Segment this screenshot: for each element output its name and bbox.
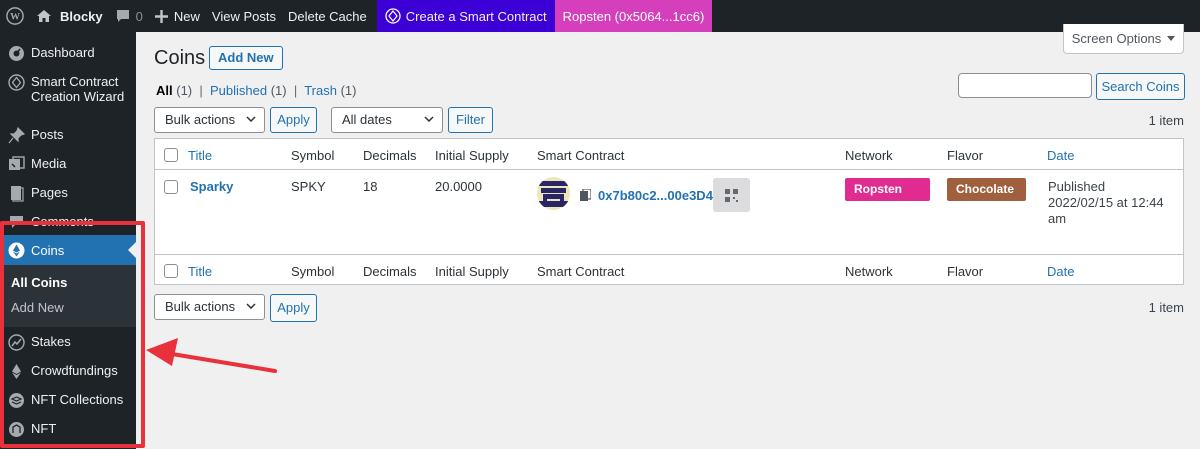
sidebar-item-wizard[interactable]: Smart Contract Creation Wizard [0, 74, 136, 104]
filter-published-count: (1) [270, 83, 287, 98]
column-decimals-footer: Decimals [363, 264, 417, 279]
site-name-link[interactable]: Blocky [30, 0, 109, 32]
chevron-down-icon [246, 303, 256, 309]
view-posts-link[interactable]: View Posts [206, 0, 282, 32]
annotation-arrow [146, 338, 277, 373]
sidebar-item-posts[interactable]: Posts [0, 127, 136, 144]
select-all-checkbox-bottom[interactable] [164, 264, 178, 278]
date-filter-select[interactable]: All dates [331, 107, 443, 133]
bulk-actions-select-top[interactable]: Bulk actions [154, 107, 265, 133]
date-status: Published [1048, 179, 1106, 194]
row-checkbox[interactable] [164, 180, 178, 194]
status-filter-links: All (1) | Published (1) | Trash (1) [156, 83, 357, 98]
network-indicator[interactable]: Ropsten (0x5064...1cc6) [554, 0, 713, 32]
column-contract-footer: Smart Contract [537, 264, 625, 279]
contract-diamond-icon [385, 8, 401, 24]
column-supply-header: Initial Supply [435, 148, 509, 163]
screen-options-label: Screen Options [1071, 31, 1162, 46]
coins-table: Title Symbol Decimals Initial Supply Sma… [154, 138, 1184, 285]
apply-button-bottom[interactable]: Apply [270, 294, 317, 322]
network-badge: Ropsten [845, 178, 930, 201]
comments-count: 0 [135, 8, 143, 24]
column-symbol-header: Symbol [291, 148, 335, 163]
sidebar-item-label: Posts [31, 127, 64, 142]
comment-bubble-icon [116, 9, 129, 22]
home-icon [37, 10, 51, 22]
filter-published-link[interactable]: Published [210, 83, 267, 98]
pages-icon [8, 185, 25, 202]
flavor-badge: Chocolate [947, 178, 1026, 201]
highlight-box [0, 221, 145, 448]
column-flavor-header: Flavor [947, 148, 984, 163]
table-footer-row: Title Symbol Decimals Initial Supply Sma… [155, 254, 1183, 285]
items-count-bottom: 1 item [1148, 300, 1184, 315]
create-smart-contract-link[interactable]: Create a Smart Contract [376, 0, 555, 32]
add-new-button[interactable]: Add New [209, 46, 283, 70]
main-content: Coins Add New Screen Options All (1) | P… [136, 24, 1200, 449]
contract-address-link[interactable]: 0x7b80c2...00e3D4 [598, 188, 713, 203]
filter-trash-link[interactable]: Trash [304, 83, 337, 98]
caret-down-icon [1167, 36, 1176, 41]
page-title: Coins [154, 47, 206, 69]
dashboard-icon [8, 45, 25, 62]
column-symbol-footer: Symbol [291, 264, 335, 279]
filter-button[interactable]: Filter [448, 107, 493, 133]
table-header-row: Title Symbol Decimals Initial Supply Sma… [155, 139, 1183, 170]
date-value: 2022/02/15 at 12:44 am [1048, 195, 1164, 226]
apply-button-top[interactable]: Apply [270, 107, 317, 133]
pushpin-icon [8, 127, 25, 144]
filter-trash-count: (1) [340, 83, 357, 98]
delete-cache-link[interactable]: Delete Cache [282, 0, 373, 32]
plus-icon [154, 9, 168, 23]
site-name: Blocky [60, 8, 103, 24]
chevron-down-icon [246, 116, 256, 122]
search-coins-button[interactable]: Search Coins [1096, 73, 1185, 100]
coin-decimals: 18 [363, 179, 378, 194]
bulk-actions-label: Bulk actions [165, 299, 236, 314]
column-network-header: Network [845, 148, 893, 163]
filter-all-link[interactable]: All [156, 83, 173, 98]
media-icon [8, 156, 25, 173]
sidebar-item-label: Media [31, 156, 67, 171]
filter-all-count: (1) [176, 83, 193, 98]
bulk-actions-label: Bulk actions [165, 112, 236, 127]
qr-code-button[interactable] [713, 178, 750, 212]
wordpress-logo-icon[interactable]: W [0, 0, 30, 32]
select-all-checkbox[interactable] [164, 148, 178, 162]
screen-options-button[interactable]: Screen Options [1063, 24, 1184, 54]
create-contract-label: Create a Smart Contract [405, 8, 547, 24]
coin-initial-supply: 20.0000 [435, 179, 482, 194]
column-date-header[interactable]: Date [1047, 148, 1074, 163]
sidebar-item-pages[interactable]: Pages [0, 185, 136, 202]
copy-icon[interactable] [580, 189, 591, 201]
sidebar-item-dashboard[interactable]: Dashboard [0, 45, 136, 62]
comments-link[interactable]: 0 [109, 0, 149, 32]
column-title-header[interactable]: Title [188, 148, 212, 163]
chevron-down-icon [424, 116, 434, 122]
column-network-footer: Network [845, 264, 893, 279]
admin-bar: W Blocky 0 New View Posts Delete Cache C… [0, 0, 1200, 32]
column-contract-header: Smart Contract [537, 148, 625, 163]
search-input[interactable] [958, 73, 1092, 98]
contract-identicon-avatar [537, 177, 570, 210]
column-supply-footer: Initial Supply [435, 264, 509, 279]
sidebar-item-media[interactable]: Media [0, 156, 136, 173]
items-count-top: 1 item [1148, 113, 1184, 128]
svg-text:W: W [10, 12, 20, 23]
coin-title-link[interactable]: Sparky [190, 179, 233, 194]
sidebar-item-label: Pages [31, 185, 68, 200]
column-flavor-footer: Flavor [947, 264, 984, 279]
qr-code-icon [725, 188, 738, 202]
new-content-link[interactable]: New [149, 0, 206, 32]
sidebar-item-label: Smart Contract Creation Wizard [31, 74, 125, 104]
bulk-actions-select-bottom[interactable]: Bulk actions [154, 294, 265, 320]
column-decimals-header: Decimals [363, 148, 417, 163]
date-filter-label: All dates [342, 112, 392, 127]
column-date-footer[interactable]: Date [1047, 264, 1074, 279]
contract-diamond-icon [8, 74, 25, 91]
coin-symbol: SPKY [291, 179, 326, 194]
sidebar-item-label: Dashboard [31, 45, 95, 60]
new-label: New [173, 8, 200, 24]
column-title-footer[interactable]: Title [188, 264, 212, 279]
